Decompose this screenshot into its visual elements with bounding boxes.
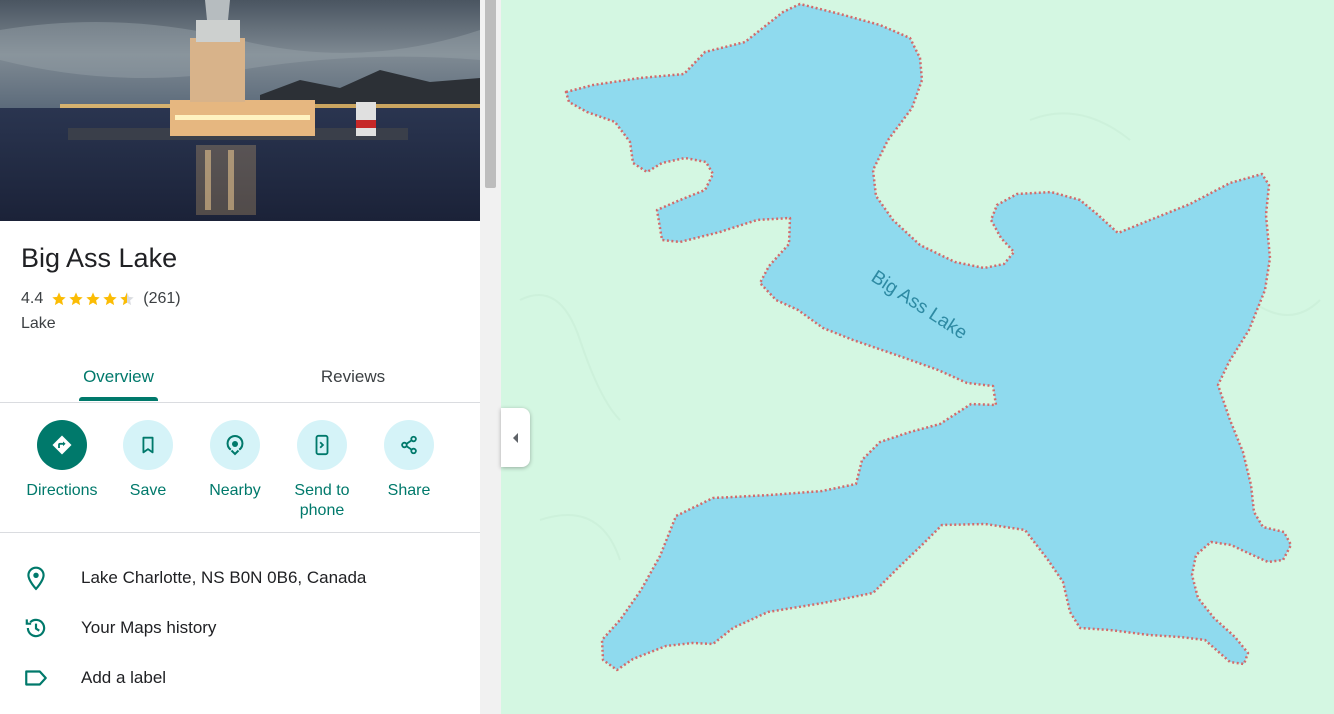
- add-label-row[interactable]: Add a label: [0, 654, 480, 702]
- nearby-button[interactable]: Nearby: [190, 420, 280, 501]
- review-count[interactable]: (261): [143, 290, 180, 308]
- lake-water-area[interactable]: [564, 2, 1293, 672]
- bookmark-icon: [123, 420, 173, 470]
- place-hero-photo[interactable]: [0, 0, 480, 221]
- send-to-phone-button[interactable]: Send to phone: [277, 420, 367, 521]
- save-label: Save: [129, 482, 167, 499]
- place-tabs: Overview Reviews: [0, 354, 480, 403]
- nearby-label: Nearby: [209, 482, 261, 499]
- star-rating[interactable]: [51, 291, 135, 307]
- share-button[interactable]: Share: [364, 420, 454, 501]
- rating-summary: 4.4 (261): [21, 289, 181, 309]
- tab-reviews[interactable]: Reviews: [315, 354, 391, 400]
- collapse-panel-button[interactable]: [501, 408, 530, 467]
- rating-value: 4.4: [21, 290, 44, 307]
- active-tab-indicator: [79, 397, 158, 401]
- directions-button[interactable]: Directions: [17, 420, 107, 501]
- send-to-phone-label: Send to phone: [294, 482, 350, 519]
- nearby-icon: [210, 420, 260, 470]
- directions-label: Directions: [26, 482, 98, 499]
- location-pin-icon: [22, 564, 50, 592]
- star-icon: [103, 292, 117, 306]
- panel-scrollbar-thumb[interactable]: [485, 0, 496, 188]
- maps-history-text[interactable]: Your Maps history: [81, 618, 216, 638]
- place-category[interactable]: Lake: [21, 315, 56, 333]
- place-title: Big Ass Lake: [21, 243, 178, 273]
- save-button[interactable]: Save: [103, 420, 193, 501]
- history-icon: [22, 614, 50, 642]
- address-row[interactable]: Lake Charlotte, NS B0N 0B6, Canada: [0, 554, 480, 602]
- address-text[interactable]: Lake Charlotte, NS B0N 0B6, Canada: [81, 568, 366, 588]
- place-details-panel: Big Ass Lake 4.4 (261) Lake Overview Rev…: [0, 0, 480, 714]
- add-label-text[interactable]: Add a label: [81, 668, 166, 688]
- half-star-icon: [120, 292, 134, 306]
- action-bar: Directions Save Nearby Send to phone Sha…: [0, 402, 480, 533]
- share-icon: [384, 420, 434, 470]
- directions-icon: [37, 420, 87, 470]
- map-canvas[interactable]: Big Ass Lake: [501, 0, 1334, 714]
- caret-left-icon: [512, 432, 518, 443]
- share-label: Share: [387, 482, 431, 499]
- star-icon: [52, 292, 66, 306]
- star-icon: [86, 292, 100, 306]
- map-svg: Big Ass Lake: [519, 2, 1321, 672]
- send-to-phone-icon: [297, 420, 347, 470]
- tab-overview[interactable]: Overview: [79, 354, 158, 400]
- label-icon: [22, 664, 50, 692]
- star-icon: [69, 292, 83, 306]
- maps-history-row[interactable]: Your Maps history: [0, 604, 480, 652]
